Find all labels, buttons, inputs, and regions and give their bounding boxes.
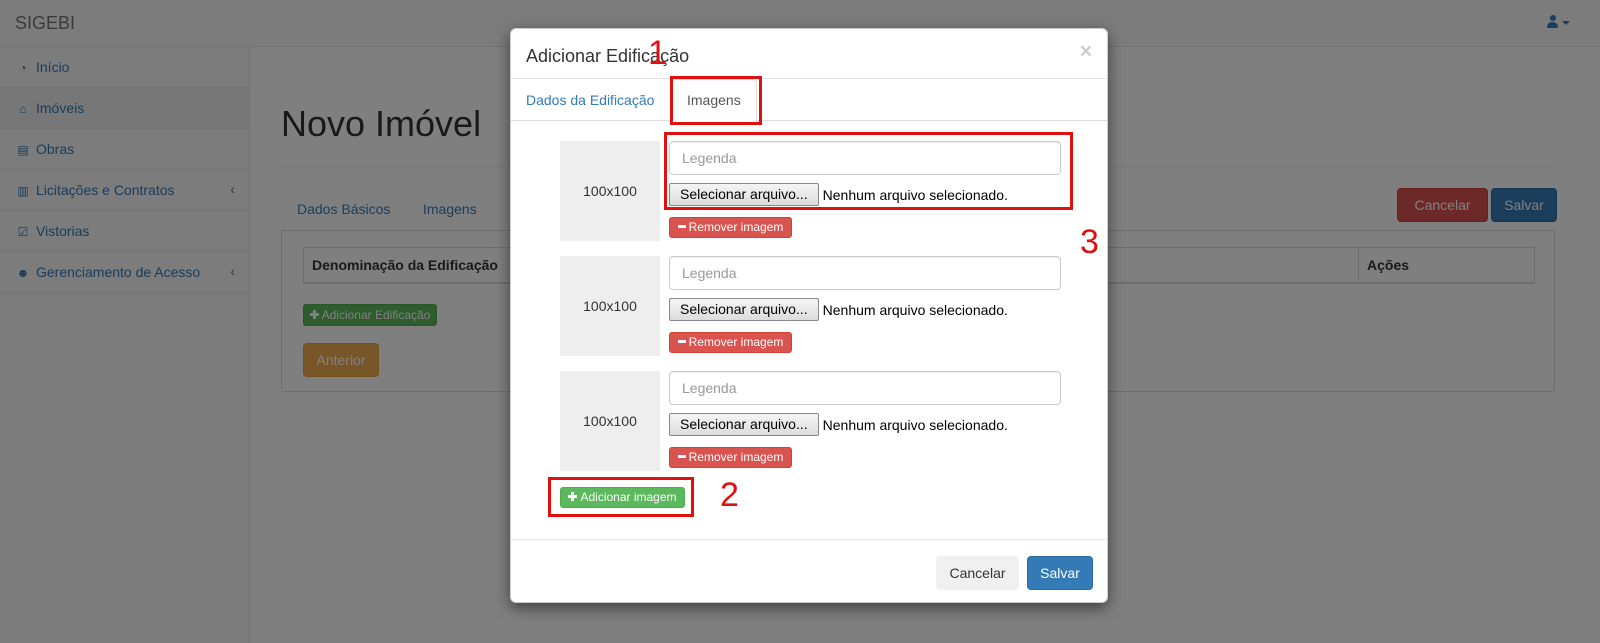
annotation-number: 2 bbox=[720, 476, 739, 514]
remove-image-button[interactable]: Remover imagem bbox=[669, 332, 792, 353]
choose-file-button[interactable]: Selecionar arquivo... bbox=[669, 298, 819, 321]
close-icon[interactable]: × bbox=[1080, 40, 1092, 64]
remove-image-label: Remover imagem bbox=[688, 335, 784, 349]
minus-icon bbox=[677, 225, 686, 229]
caption-input[interactable] bbox=[669, 371, 1061, 405]
annotation-box-tab bbox=[670, 76, 762, 125]
modal-header: Adicionar Edificação × bbox=[511, 29, 1107, 79]
image-thumbnail: 100x100 bbox=[560, 141, 660, 241]
image-thumbnail: 100x100 bbox=[560, 256, 660, 356]
annotation-number: 1 bbox=[648, 34, 667, 72]
annotation-box-image-fields bbox=[664, 132, 1073, 210]
caption-input[interactable] bbox=[669, 256, 1061, 290]
file-input: Selecionar arquivo... Nenhum arquivo sele… bbox=[669, 298, 1008, 322]
modal-footer: Cancelar Salvar bbox=[511, 539, 1107, 602]
choose-file-button[interactable]: Selecionar arquivo... bbox=[669, 413, 819, 436]
file-status: Nenhum arquivo selecionado. bbox=[822, 416, 1008, 433]
remove-image-button[interactable]: Remover imagem bbox=[669, 447, 792, 468]
image-item: 100x100 Selecionar arquivo...Nenhum arqu… bbox=[560, 256, 1061, 356]
modal-cancel-button[interactable]: Cancelar bbox=[936, 556, 1019, 590]
annotation-number: 3 bbox=[1080, 223, 1099, 261]
image-thumbnail: 100x100 bbox=[560, 371, 660, 471]
annotation-box-add-image bbox=[548, 477, 694, 517]
remove-image-button[interactable]: Remover imagem bbox=[669, 217, 792, 238]
modal-tabs: Dados da Edificação Imagens bbox=[511, 79, 1107, 122]
modal-save-button[interactable]: Salvar bbox=[1027, 556, 1093, 590]
minus-icon bbox=[677, 340, 686, 344]
file-input: Selecionar arquivo... Nenhum arquivo sele… bbox=[669, 413, 1008, 437]
image-item: 100x100 Selecionar arquivo...Nenhum arqu… bbox=[560, 371, 1061, 471]
remove-image-label: Remover imagem bbox=[688, 450, 784, 464]
minus-icon bbox=[677, 455, 686, 459]
file-status: Nenhum arquivo selecionado. bbox=[822, 301, 1008, 318]
tab-dados-da-edificacao[interactable]: Dados da Edificação bbox=[526, 79, 654, 121]
remove-image-label: Remover imagem bbox=[688, 220, 784, 234]
